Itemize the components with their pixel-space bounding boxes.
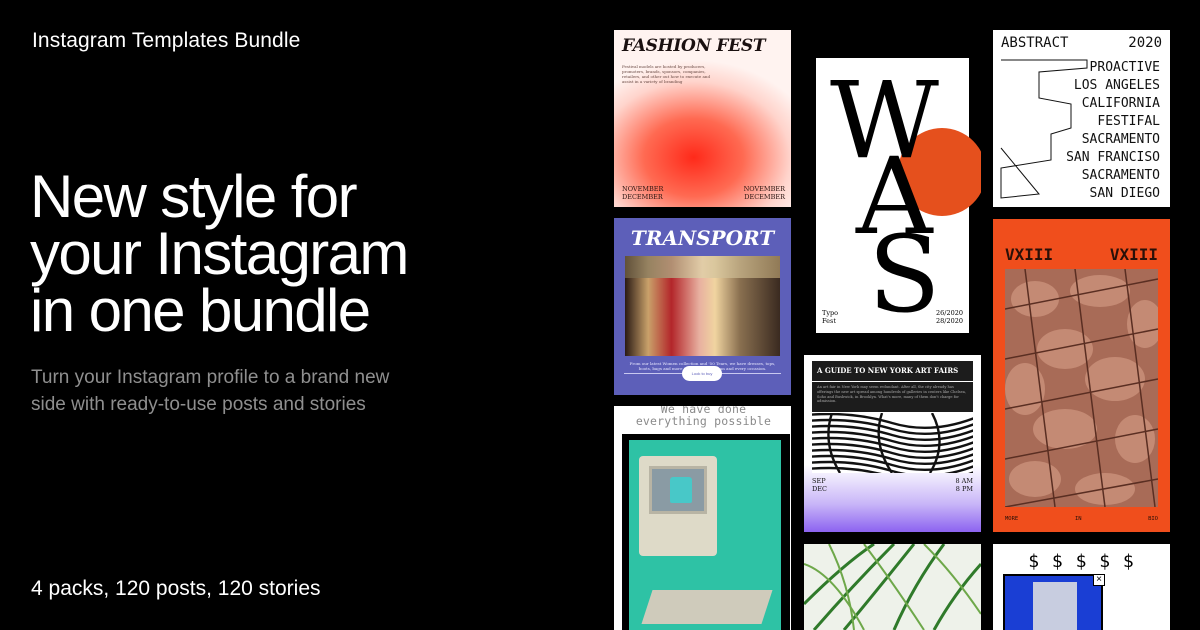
dollar-coin-icons: $ $ $ $ $: [1028, 551, 1135, 572]
was-meta-right-1: 26/2020: [935, 309, 963, 317]
was-poster: W A S Typo Fest 26/2020 28/2020: [816, 58, 981, 336]
retro-text: We have done everything possible: [616, 406, 791, 427]
was-meta-left-2: Fest: [822, 317, 836, 325]
template-vxiii: VXIII VXIII MORE IN BIO: [993, 219, 1170, 532]
transport-button: Look to buy: [682, 366, 722, 381]
bundle-stats: 4 packs, 120 posts, 120 stories: [31, 577, 321, 600]
vxiii-left: VXIII: [1005, 245, 1054, 264]
abstract-title: ABSTRACT: [1001, 35, 1069, 51]
abstract-item: SACRAMENTO: [1081, 168, 1160, 183]
fashion-date-left-2: DECEMBER: [622, 193, 663, 201]
retro-teal-panel: [629, 440, 781, 630]
tshirt-icon: [670, 477, 692, 503]
keyboard-image: [641, 590, 773, 624]
op-art-graphic: [812, 413, 973, 473]
headline-line-2: your Instagram: [30, 220, 409, 287]
artfairs-body: An art fair in New York may seem redunda…: [812, 382, 973, 412]
was-meta-left-1: Typo: [822, 309, 839, 317]
was-meta-left: Typo Fest: [822, 309, 838, 325]
abstract-item: SAN FRANCISO: [1066, 150, 1160, 165]
subheadline-line-2: side with ready-to-use posts and stories: [31, 394, 366, 415]
fashion-date-right-1: NOVEMBER: [743, 185, 785, 193]
was-meta-right-2: 28/2020: [935, 317, 963, 325]
abstract-item: LOS ANGELES: [1073, 78, 1160, 93]
fashion-date-left: NOVEMBER DECEMBER: [622, 185, 663, 201]
fashion-date-left-1: NOVEMBER: [622, 185, 664, 193]
brand-title: Instagram Templates Bundle: [32, 29, 301, 52]
retro-line-2: everything possible: [635, 414, 772, 428]
stone-grid-graphic: [1005, 269, 1158, 507]
abstract-year: 2020: [1128, 35, 1162, 51]
close-icon: ×: [1093, 574, 1105, 586]
abstract-item: SAN DIEGO: [1089, 186, 1160, 201]
headline: New style for your Instagram in one bund…: [30, 163, 510, 344]
artfairs-date-1: SEP: [812, 477, 826, 485]
abstract-item: FESTIFAL: [1097, 114, 1160, 129]
retro-frame: [622, 434, 790, 630]
window-photo: [1033, 582, 1077, 630]
template-palm-leaves: [804, 544, 981, 630]
vxiii-footer-in: IN: [1075, 516, 1082, 522]
artfairs-date-2: DEC: [812, 485, 827, 493]
fashion-title: FASHION FEST: [622, 36, 766, 56]
was-letter-s: S: [868, 213, 941, 336]
template-retro-computer: We have done everything possible: [614, 406, 791, 630]
transport-title: TRANSPORT: [630, 226, 775, 250]
abstract-item: CALIFORNIA: [1081, 96, 1160, 111]
fashion-date-right: NOVEMBER DECEMBER: [744, 185, 785, 201]
template-was-typo-fest: W A S Typo Fest 26/2020 28/2020: [804, 30, 981, 343]
artfairs-time-1: 8 AM: [955, 477, 973, 485]
stone-grid-photo: [1005, 269, 1158, 507]
template-abstract-2020: ABSTRACT 2020 PROACTIVE LOS ANGELES CALI…: [993, 30, 1170, 207]
abstract-item: SACRAMENTO: [1081, 132, 1160, 147]
headline-line-1: New style for: [30, 163, 358, 230]
headline-line-3: in one bundle: [30, 277, 371, 344]
was-meta-right: 26/2020 28/2020: [936, 309, 963, 325]
template-dollar-retro: $ $ $ $ $ ×: [993, 544, 1170, 630]
vxiii-footer-more: MORE: [1005, 516, 1019, 522]
template-art-fairs: A GUIDE TO NEW YORK ART FAIRS An art fai…: [804, 355, 981, 532]
subheadline: Turn your Instagram profile to a brand n…: [31, 364, 471, 418]
template-transport: TRANSPORT From our latest Women collecti…: [614, 218, 791, 395]
vxiii-footer-bio: BIO: [1148, 516, 1158, 522]
artfairs-time-2: 8 PM: [955, 485, 973, 493]
computer-screen: [649, 466, 707, 514]
op-art-image: [812, 413, 973, 473]
subway-train-photo: [625, 256, 780, 356]
template-fashion-fest: FASHION FEST Festival models are hosted …: [614, 30, 791, 207]
fashion-date-right-2: DECEMBER: [744, 193, 785, 201]
fashion-body: Festival models are hosted by producers,…: [622, 64, 711, 84]
blue-window: [1003, 574, 1103, 630]
artfairs-title: A GUIDE TO NEW YORK ART FAIRS: [812, 361, 973, 381]
abstract-city-list: PROACTIVE LOS ANGELES CALIFORNIA FESTIFA…: [1066, 59, 1160, 203]
artfairs-dates: SEP DEC: [812, 477, 827, 493]
subheadline-line-1: Turn your Instagram profile to a brand n…: [31, 367, 390, 388]
abstract-item: PROACTIVE: [1089, 60, 1160, 75]
artfairs-times: 8 AM 8 PM: [955, 477, 973, 493]
vintage-computer-image: [639, 456, 717, 556]
vxiii-right: VXIII: [1109, 245, 1158, 264]
palm-leaf-graphic: [804, 544, 981, 630]
